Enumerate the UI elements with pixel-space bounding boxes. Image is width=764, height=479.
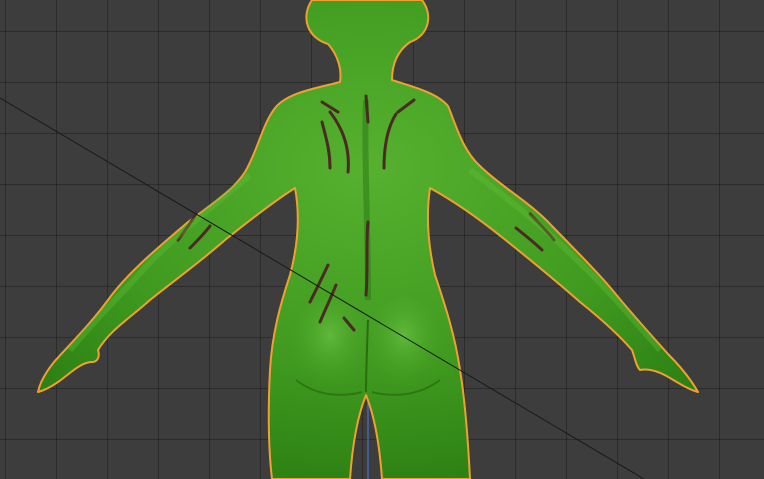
- glute-left-shading: [292, 297, 368, 393]
- glute-right-shading: [366, 297, 442, 393]
- viewport-canvas[interactable]: [0, 0, 764, 479]
- 3d-viewport[interactable]: [0, 0, 764, 479]
